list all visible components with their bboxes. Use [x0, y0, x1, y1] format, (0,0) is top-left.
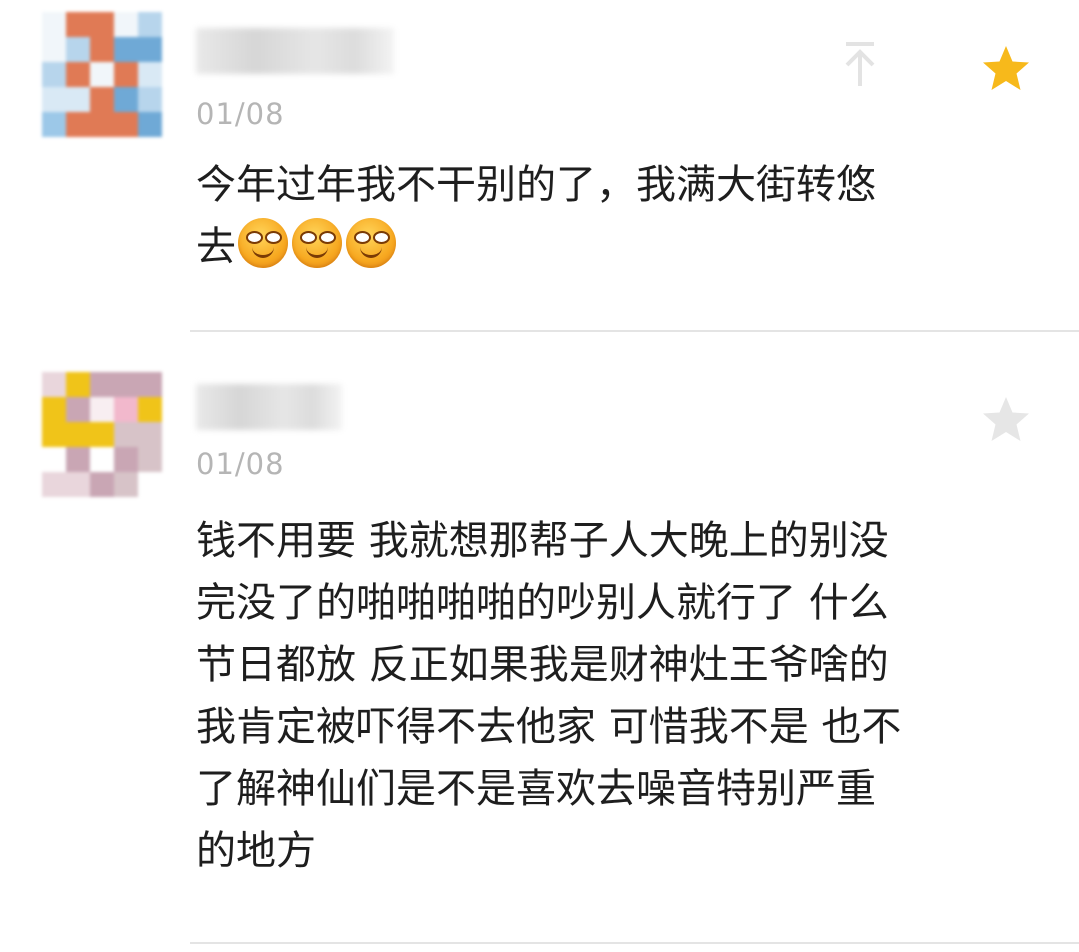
grinning-face-icon — [292, 218, 342, 268]
avatar[interactable] — [42, 372, 164, 500]
username-blurred[interactable] — [196, 28, 394, 74]
emoji-group — [238, 218, 396, 268]
avatar[interactable] — [42, 12, 164, 140]
comment-date: 01/08 — [196, 97, 285, 131]
grinning-face-icon — [238, 218, 288, 268]
comment-item: 01/08 今年过年我不干别的了，我满大街转悠 去 — [0, 0, 1079, 332]
comment-date: 01/08 — [196, 447, 285, 481]
comment-text: 钱不用要 我就想那帮子人大晚上的别没 完没了的啪啪啪啪的吵别人就行了 什么 节日… — [196, 518, 902, 874]
comment-text: 今年过年我不干别的了，我满大街转悠 去 — [196, 154, 1046, 278]
star-icon[interactable] — [980, 394, 1032, 446]
arrow-up-icon[interactable] — [840, 40, 880, 88]
username-blurred[interactable] — [196, 384, 342, 430]
star-icon[interactable] — [980, 43, 1032, 95]
grinning-face-icon — [346, 218, 396, 268]
divider — [190, 942, 1079, 944]
comment-item: 01/08 钱不用要 我就想那帮子人大晚上的别没 完没了的啪啪啪啪的吵别人就行了… — [0, 332, 1079, 952]
